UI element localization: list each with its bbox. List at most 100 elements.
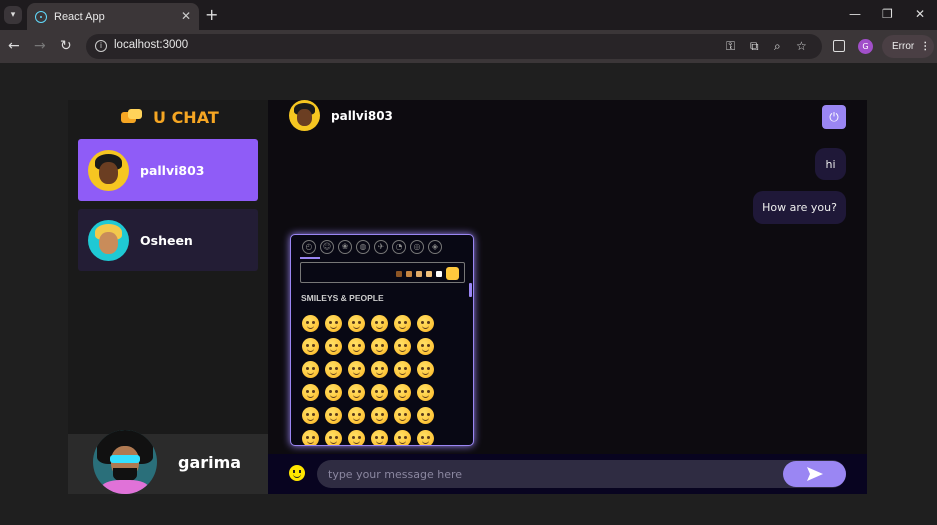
message-input-bar	[268, 454, 867, 494]
skin-tone-selector[interactable]	[396, 267, 459, 280]
emoji-smiley-icon[interactable]	[394, 384, 411, 401]
emoji-smiley-icon[interactable]	[325, 315, 342, 332]
emoji-smiley-icon[interactable]	[371, 315, 388, 332]
emoji-smiley-icon[interactable]	[394, 361, 411, 378]
skin-tone-swatch[interactable]	[406, 270, 412, 277]
back-icon[interactable]: ←	[8, 38, 20, 54]
emoji-smiley-icon[interactable]	[417, 338, 434, 355]
browser-tab-bar: ▾ React App ✕ + — ❐ ✕	[0, 0, 937, 30]
emoji-smiley-icon[interactable]	[371, 361, 388, 378]
side-panel-icon[interactable]	[833, 40, 845, 52]
emoji-smiley-icon[interactable]	[348, 407, 365, 424]
chat-panel: pallvi803 ⏻ hi How are you? ◴ ☺ ❀ ◍ ✈ ◔ …	[268, 100, 867, 494]
send-icon	[806, 467, 823, 481]
chat-header-avatar	[289, 100, 320, 131]
logout-button[interactable]: ⏻	[822, 105, 846, 129]
forward-icon[interactable]: →	[34, 38, 46, 54]
emoji-smiley-icon[interactable]	[348, 384, 365, 401]
brand-title: U CHAT	[153, 108, 219, 127]
address-bar[interactable]: i localhost:3000 ⚿ ⧉ ⌕ ☆	[86, 34, 822, 59]
browser-tab[interactable]: React App ✕	[27, 3, 199, 30]
category-symbols-icon[interactable]: ◈	[428, 240, 442, 254]
brand: U CHAT	[121, 108, 219, 127]
emoji-smiley-icon[interactable]	[302, 430, 319, 445]
emoji-smiley-icon[interactable]	[394, 338, 411, 355]
avatar	[88, 219, 129, 261]
current-user-panel: garima	[68, 430, 268, 494]
emoji-toggle-icon[interactable]	[289, 465, 305, 481]
emoji-smiley-icon[interactable]	[302, 384, 319, 401]
chat-header: pallvi803 ⏻	[268, 100, 867, 134]
emoji-smiley-icon[interactable]	[394, 430, 411, 445]
current-user-avatar	[93, 430, 157, 494]
category-activities-icon[interactable]: ◔	[392, 240, 406, 254]
emoji-smiley-icon[interactable]	[371, 338, 388, 355]
emoji-smiley-icon[interactable]	[371, 430, 388, 445]
emoji-smiley-icon[interactable]	[417, 384, 434, 401]
skin-tone-swatch[interactable]	[436, 270, 442, 277]
send-button[interactable]	[783, 461, 846, 487]
chat-app: U CHAT pallvi803 Osheen garima pallvi803…	[68, 100, 867, 494]
browser-toolbar: ← → ↻ i localhost:3000 ⚿ ⧉ ⌕ ☆ G Error ⋮	[0, 30, 937, 63]
emoji-smiley-icon[interactable]	[325, 361, 342, 378]
emoji-smiley-icon[interactable]	[302, 315, 319, 332]
chat-header-name: pallvi803	[331, 109, 393, 123]
contact-item-pallvi803[interactable]: pallvi803	[78, 139, 258, 201]
skin-tone-swatch[interactable]	[396, 270, 402, 277]
skin-tone-swatch[interactable]	[426, 270, 432, 277]
emoji-smiley-icon[interactable]	[325, 430, 342, 445]
emoji-smiley-icon[interactable]	[417, 407, 434, 424]
new-tab-button[interactable]: +	[205, 5, 218, 24]
emoji-smiley-icon[interactable]	[394, 407, 411, 424]
avatar	[88, 149, 129, 191]
category-objects-icon[interactable]: ◎	[410, 240, 424, 254]
emoji-smiley-icon[interactable]	[325, 384, 342, 401]
minimize-icon[interactable]: —	[849, 7, 861, 21]
error-chip[interactable]: Error ⋮	[882, 35, 934, 58]
category-animals-icon[interactable]: ❀	[338, 240, 352, 254]
key-icon[interactable]: ⚿	[726, 39, 735, 54]
tab-close-icon[interactable]: ✕	[181, 9, 191, 23]
emoji-smiley-icon[interactable]	[348, 315, 365, 332]
profile-avatar[interactable]: G	[858, 39, 873, 54]
category-recent-icon[interactable]: ◴	[302, 240, 316, 254]
picker-scrollbar[interactable]	[469, 283, 472, 297]
bookmark-star-icon[interactable]: ☆	[796, 39, 807, 53]
emoji-picker[interactable]: ◴ ☺ ❀ ◍ ✈ ◔ ◎ ◈ SMILEYS & PEOPLE	[290, 234, 474, 446]
message-bubble: hi	[815, 148, 846, 180]
emoji-smiley-icon[interactable]	[371, 407, 388, 424]
emoji-search-field[interactable]	[300, 262, 465, 283]
emoji-smiley-icon[interactable]	[348, 361, 365, 378]
emoji-smiley-icon[interactable]	[417, 430, 434, 445]
restore-icon[interactable]: ❐	[882, 7, 893, 21]
current-user-name: garima	[178, 453, 242, 472]
tab-search-button[interactable]: ▾	[4, 6, 22, 24]
category-underline	[300, 257, 320, 259]
site-info-icon[interactable]: i	[95, 40, 107, 52]
emoji-smiley-icon[interactable]	[417, 315, 434, 332]
close-window-icon[interactable]: ✕	[915, 7, 925, 21]
emoji-smiley-icon[interactable]	[371, 384, 388, 401]
contact-item-osheen[interactable]: Osheen	[78, 209, 258, 271]
install-app-icon[interactable]: ⧉	[750, 39, 759, 54]
category-smileys-icon[interactable]: ☺	[320, 240, 334, 254]
emoji-smiley-icon[interactable]	[417, 361, 434, 378]
category-travel-icon[interactable]: ✈	[374, 240, 388, 254]
emoji-smiley-icon[interactable]	[348, 338, 365, 355]
url-text[interactable]: localhost:3000	[114, 39, 188, 51]
emoji-smiley-icon[interactable]	[325, 338, 342, 355]
emoji-smiley-icon[interactable]	[302, 407, 319, 424]
zoom-icon[interactable]: ⌕	[774, 39, 781, 54]
skin-tone-swatch[interactable]	[446, 267, 459, 280]
tab-title: React App	[54, 10, 105, 23]
emoji-smiley-icon[interactable]	[394, 315, 411, 332]
skin-tone-swatch[interactable]	[416, 270, 422, 277]
emoji-smiley-icon[interactable]	[302, 361, 319, 378]
category-food-icon[interactable]: ◍	[356, 240, 370, 254]
emoji-smiley-icon[interactable]	[348, 430, 365, 445]
contact-name: Osheen	[140, 232, 193, 248]
emoji-smiley-icon[interactable]	[302, 338, 319, 355]
reload-icon[interactable]: ↻	[60, 38, 72, 54]
emoji-smiley-icon[interactable]	[325, 407, 342, 424]
message-input[interactable]	[317, 460, 846, 488]
